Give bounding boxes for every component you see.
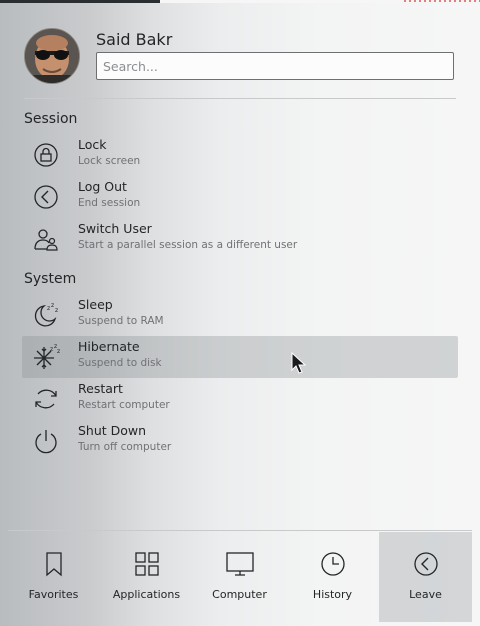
screen-edge-marks [404,0,480,2]
svg-text:z: z [47,305,50,312]
tabbar-divider [8,530,472,531]
avatar-photo [25,29,79,83]
tab-label: Computer [212,588,267,601]
tab-label: Applications [112,588,181,601]
menu-item-log-out[interactable]: Log Out End session [22,176,458,218]
lock-icon [34,143,58,167]
section-heading-session: Session [24,111,78,127]
switch-user-icon [34,229,58,251]
menu-item-description: Lock screen [78,155,141,167]
user-name: Said Bakr [96,30,173,49]
tab-favorites[interactable]: Favorites [7,532,100,622]
menu-item-sleep[interactable]: z z z Sleep Suspend to RAM [22,294,458,336]
clock-icon [320,552,345,576]
monitor-icon [225,552,254,576]
power-icon [35,430,57,454]
menu-item-shut-down[interactable]: Shut Down Turn off computer [22,420,458,462]
svg-text:z: z [51,302,54,309]
menu-item-title: Sleep [78,297,113,312]
svg-text:z: z [57,348,60,355]
menu-item-title: Shut Down [78,423,147,438]
chevron-left-circle-icon [413,552,438,576]
mouse-cursor-icon [291,352,307,374]
menu-item-lock[interactable]: Lock Lock screen [22,134,458,176]
tab-history[interactable]: History [286,532,379,622]
menu-item-description: Turn off computer [78,441,172,453]
menu-item-title: Log Out [78,179,127,194]
tab-computer[interactable]: Computer [193,532,286,622]
section-heading-system: System [24,271,77,287]
tab-label: Favorites [28,588,79,601]
avatar[interactable] [24,28,80,84]
menu-item-description: Restart computer [78,399,170,411]
menu-item-title: Lock [78,137,107,152]
menu-item-description: End session [78,197,141,209]
tab-leave[interactable]: Leave [379,532,472,622]
restart-icon [35,389,57,409]
grid-icon [134,552,159,576]
sleep-icon: z z z [34,302,58,327]
bookmark-icon [45,552,62,577]
menu-item-title: Switch User [78,221,152,236]
menu-item-hibernate[interactable]: z z z Hibernate Suspend to disk [22,336,458,378]
search-input[interactable] [96,52,454,80]
menu-item-title: Hibernate [78,339,140,354]
menu-item-description: Suspend to RAM [78,315,164,327]
menu-item-title: Restart [78,381,123,396]
tab-applications[interactable]: Applications [100,532,193,622]
hibernate-icon: z z z [34,343,60,369]
logout-icon [34,185,58,209]
menu-item-description: Start a parallel session as a different … [78,239,298,251]
tab-label: History [312,588,353,601]
taskbar-edge [0,0,160,3]
menu-item-description: Suspend to disk [78,357,162,369]
menu-item-restart[interactable]: Restart Restart computer [22,378,458,420]
menu-item-switch-user[interactable]: Switch User Start a parallel session as … [22,218,458,260]
svg-text:z: z [50,346,53,353]
svg-text:z: z [55,307,58,314]
header-divider [24,98,456,99]
tab-label: Leave [409,588,442,601]
